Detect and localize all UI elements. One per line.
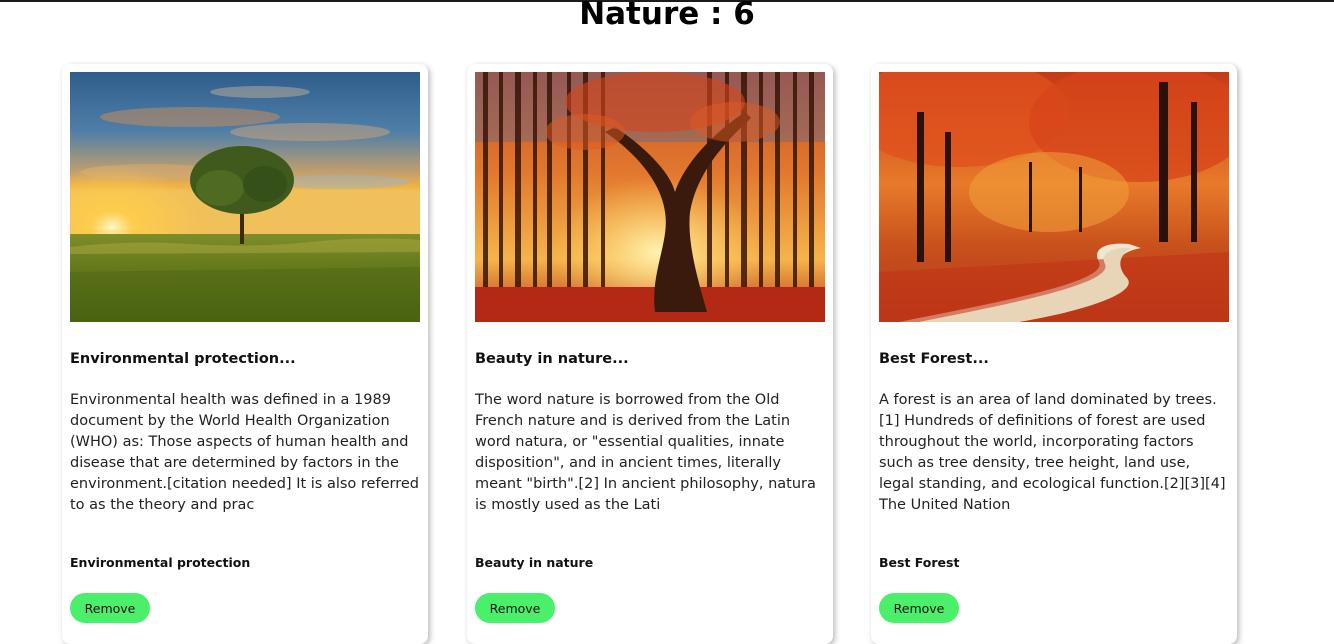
card-title: Best Forest... (879, 351, 989, 367)
remove-button[interactable]: Remove (475, 593, 555, 623)
remove-button[interactable]: Remove (879, 593, 959, 623)
remove-button[interactable]: Remove (70, 593, 150, 623)
page-title: Nature : 6 (579, 0, 755, 32)
autumn-tree-forest-image (475, 72, 825, 322)
card-subtitle: Environmental protection (70, 555, 251, 570)
card: Beauty in nature... The word nature is b… (467, 64, 833, 644)
card-title: Beauty in nature... (475, 351, 629, 367)
card-title: Environmental protection... (70, 351, 296, 367)
card-subtitle: Best Forest (879, 555, 960, 570)
autumn-forest-path-image (879, 72, 1229, 322)
tree-sunset-field-image (70, 72, 420, 322)
card-description: Environmental health was defined in a 19… (70, 392, 419, 513)
card-description: A forest is an area of land dominated by… (879, 392, 1226, 513)
card: Environmental protection... Environmenta… (62, 64, 428, 644)
card: Best Forest... A forest is an area of la… (871, 64, 1237, 644)
card-description: The word nature is borrowed from the Old… (475, 392, 816, 513)
card-subtitle: Beauty in nature (475, 555, 594, 570)
